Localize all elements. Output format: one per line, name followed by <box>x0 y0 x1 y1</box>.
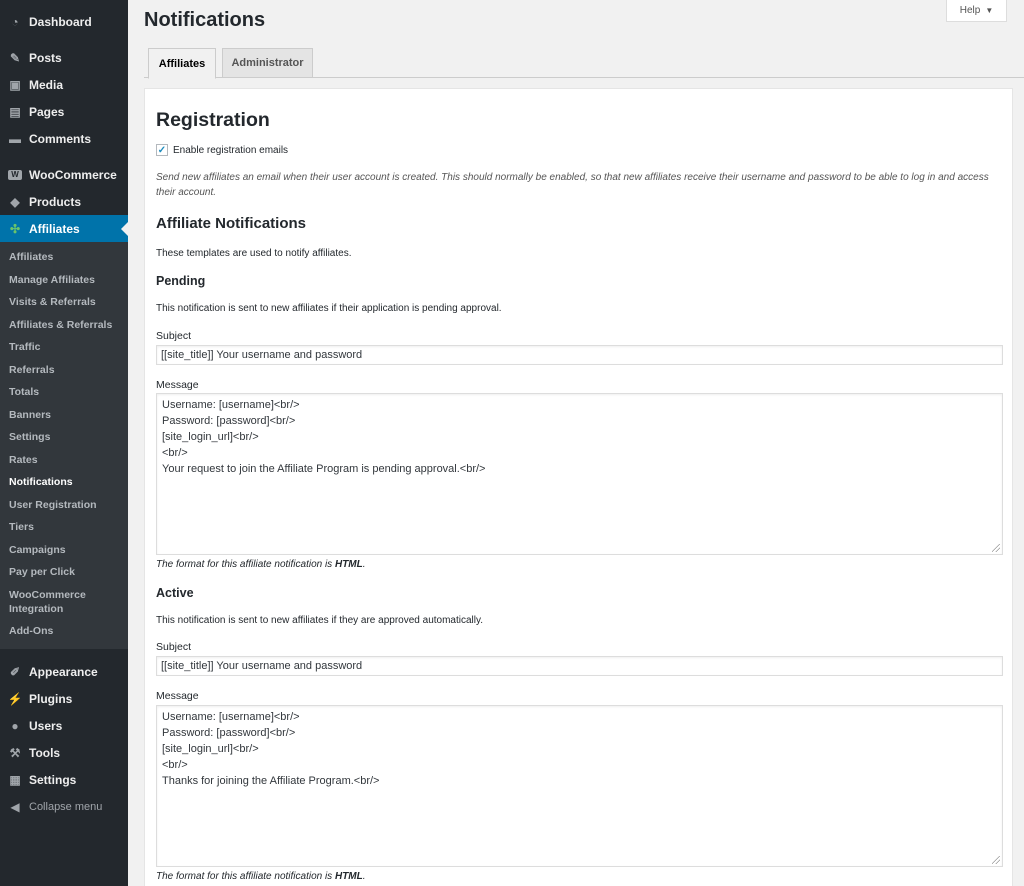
page-title: Notifications <box>144 9 266 31</box>
dashboard-icon: ◔ <box>11 14 19 29</box>
submenu-item-totals[interactable]: Totals <box>0 382 128 405</box>
active-description: This notification is sent to new affilia… <box>156 615 484 626</box>
pending-subject-input[interactable] <box>156 345 1003 365</box>
active-message-textarea[interactable]: Username: [username]<br/> Password: [pas… <box>156 705 1003 867</box>
pending-description: This notification is sent to new affilia… <box>156 303 502 314</box>
active-heading: Active <box>156 586 194 600</box>
submenu-item-traffic[interactable]: Traffic <box>0 337 128 360</box>
collapse-icon: ◀ <box>10 799 20 814</box>
pending-subject-label: Subject <box>156 330 192 342</box>
main-content: Notifications Help ▼ Affiliates Administr… <box>128 0 1024 886</box>
active-format-note: The format for this affiliate notificati… <box>156 871 366 882</box>
enable-registration-label[interactable]: Enable registration emails <box>173 145 288 156</box>
pending-message-label: Message <box>156 379 199 391</box>
products-icon: ◆ <box>10 194 20 209</box>
settings-panel: Registration ✓ Enable registration email… <box>144 88 1013 886</box>
registration-checkbox-row: ✓ Enable registration emails <box>156 144 288 156</box>
sidebar-item-woocommerce[interactable]: W WooCommerce <box>0 161 128 188</box>
submenu-item-woocommerce-integration[interactable]: WooCommerce Integration <box>0 585 128 621</box>
users-icon: ● <box>11 718 19 733</box>
submenu-item-campaigns[interactable]: Campaigns <box>0 540 128 563</box>
sidebar-item-affiliates[interactable]: ✣ Affiliates <box>0 215 128 242</box>
resize-grip-icon[interactable] <box>992 856 1000 864</box>
tools-icon: ⚒ <box>9 745 21 760</box>
pages-icon: ▤ <box>9 104 21 119</box>
submenu-item-pay-per-click[interactable]: Pay per Click <box>0 562 128 585</box>
sidebar-item-settings[interactable]: ▦ Settings <box>0 766 128 793</box>
help-button[interactable]: Help ▼ <box>946 0 1007 22</box>
settings-icon: ▦ <box>9 772 21 787</box>
sidebar-item-plugins[interactable]: ⚡ Plugins <box>0 685 128 712</box>
active-subject-input[interactable] <box>156 656 1003 676</box>
pending-message-text: Username: [username]<br/> Password: [pas… <box>162 399 486 475</box>
media-icon: ▣ <box>9 77 21 92</box>
appearance-icon: ✐ <box>9 664 21 679</box>
affiliate-notifications-intro: These templates are used to notify affil… <box>156 248 352 259</box>
plugins-icon: ⚡ <box>7 691 23 706</box>
affiliates-submenu: Affiliates Manage Affiliates Visits & Re… <box>0 242 128 649</box>
woocommerce-icon: W <box>8 169 22 180</box>
submenu-item-settings[interactable]: Settings <box>0 427 128 450</box>
submenu-item-notifications[interactable]: Notifications <box>0 472 128 495</box>
submenu-item-add-ons[interactable]: Add-Ons <box>0 621 128 644</box>
pin-icon: ✎ <box>9 50 21 65</box>
sidebar-item-users[interactable]: ● Users <box>0 712 128 739</box>
sidebar-item-tools[interactable]: ⚒ Tools <box>0 739 128 766</box>
pending-heading: Pending <box>156 274 206 288</box>
sidebar-item-products[interactable]: ◆ Products <box>0 188 128 215</box>
active-message-text: Username: [username]<br/> Password: [pas… <box>162 711 380 787</box>
pending-format-note: The format for this affiliate notificati… <box>156 559 366 570</box>
comments-icon: ▬ <box>9 131 21 146</box>
registration-heading: Registration <box>156 109 270 131</box>
resize-grip-icon[interactable] <box>992 544 1000 552</box>
affiliate-notifications-heading: Affiliate Notifications <box>156 215 307 232</box>
tab-bar: Affiliates Administrator <box>144 48 1024 79</box>
tab-affiliates[interactable]: Affiliates <box>148 48 216 79</box>
sidebar-item-pages[interactable]: ▤ Pages <box>0 98 128 125</box>
tab-administrator[interactable]: Administrator <box>222 48 313 78</box>
submenu-item-rates[interactable]: Rates <box>0 450 128 473</box>
active-message-label: Message <box>156 690 199 702</box>
registration-description: Send new affiliates an email when their … <box>156 172 989 198</box>
sidebar-item-dashboard[interactable]: ◔ Dashboard <box>0 8 128 35</box>
pending-message-textarea[interactable]: Username: [username]<br/> Password: [pas… <box>156 393 1003 555</box>
submenu-item-banners[interactable]: Banners <box>0 405 128 428</box>
submenu-item-tiers[interactable]: Tiers <box>0 517 128 540</box>
submenu-item-user-registration[interactable]: User Registration <box>0 495 128 518</box>
submenu-item-visits-referrals[interactable]: Visits & Referrals <box>0 292 128 315</box>
caret-down-icon: ▼ <box>985 6 994 15</box>
submenu-item-affiliates-referrals[interactable]: Affiliates & Referrals <box>0 315 128 338</box>
sidebar-item-posts[interactable]: ✎ Posts <box>0 44 128 71</box>
admin-sidebar: ◔ Dashboard ✎ Posts ▣ Media ▤ Pages ▬ Comment… <box>0 0 128 886</box>
affiliates-icon: ✣ <box>9 221 21 236</box>
submenu-item-referrals[interactable]: Referrals <box>0 360 128 383</box>
sidebar-item-comments[interactable]: ▬ Comments <box>0 125 128 152</box>
collapse-menu-button[interactable]: ◀ Collapse menu <box>0 793 128 820</box>
submenu-item-manage-affiliates[interactable]: Manage Affiliates <box>0 270 128 293</box>
sidebar-item-media[interactable]: ▣ Media <box>0 71 128 98</box>
enable-registration-checkbox[interactable]: ✓ <box>156 144 168 156</box>
sidebar-item-appearance[interactable]: ✐ Appearance <box>0 658 128 685</box>
active-subject-label: Subject <box>156 641 192 653</box>
submenu-item-affiliates[interactable]: Affiliates <box>0 247 128 270</box>
